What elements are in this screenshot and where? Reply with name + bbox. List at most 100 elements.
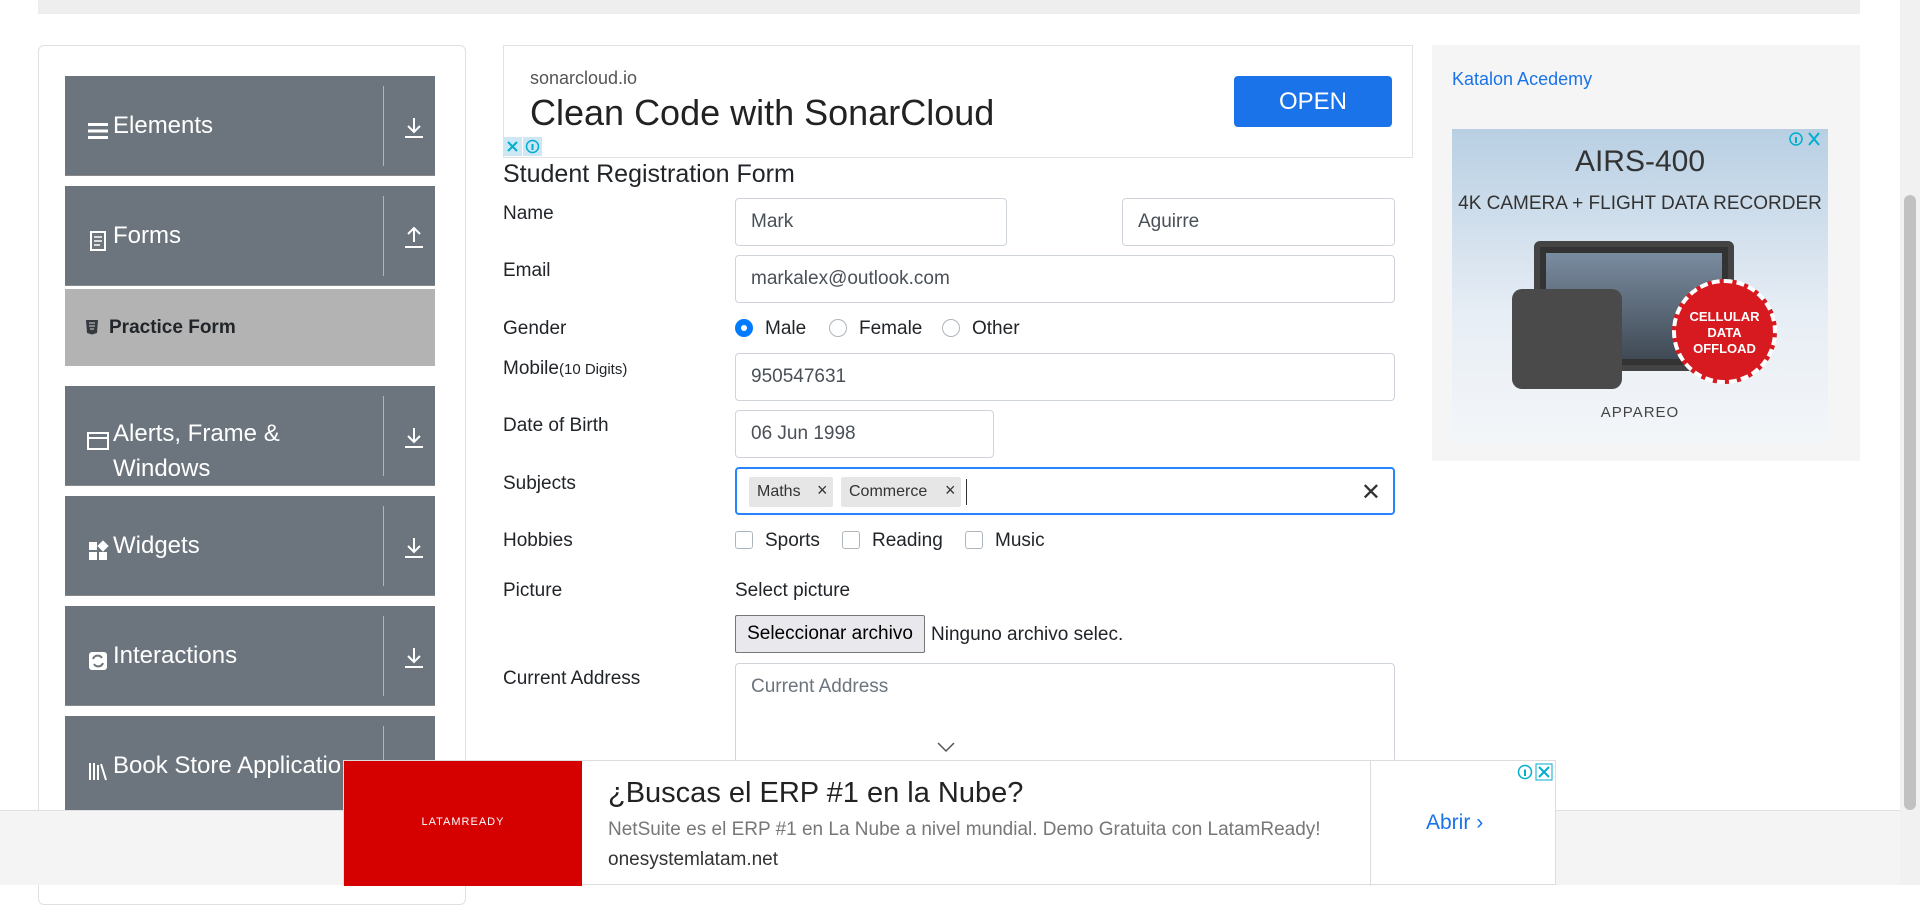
chip-remove-icon[interactable]: × <box>817 480 828 501</box>
mobile-label-text: Mobile <box>503 358 559 379</box>
checkbox-label: Sports <box>765 530 820 551</box>
form-title: Student Registration Form <box>503 160 795 188</box>
sidebar-group-elements[interactable]: Elements <box>65 76 435 176</box>
subjects-input[interactable]: Maths × Commerce × ✕ <box>735 467 1395 515</box>
sidebar-group-label: Widgets <box>113 532 200 559</box>
file-status-text: Ninguno archivo selec. <box>931 624 1124 645</box>
address-label: Current Address <box>503 668 641 689</box>
choose-file-button[interactable]: Seleccionar archivo <box>735 615 925 653</box>
sidebar-group-label: Elements <box>113 112 214 139</box>
name-label: Name <box>503 203 554 224</box>
mobile-input[interactable]: 950547631 <box>735 353 1395 401</box>
radio-label: Male <box>765 318 807 339</box>
radio-circle[interactable] <box>829 319 847 337</box>
divider <box>383 396 384 476</box>
sidebar-group-label: Alerts, Frame & Windows <box>113 420 280 482</box>
mobile-label: Mobile(10 Digits) <box>503 358 627 380</box>
divider <box>383 616 384 696</box>
chevron-right-icon: › <box>1476 811 1484 834</box>
ad-domain: onesystemlatam.net <box>608 849 779 870</box>
subjects-label: Subjects <box>503 473 576 494</box>
subject-chip-commerce: Commerce × <box>841 477 961 507</box>
camera-device-image <box>1512 289 1622 389</box>
mobile-hint: (10 Digits) <box>558 361 628 378</box>
airs-ad-image[interactable]: AIRS-400 4K CAMERA + FLIGHT DATA RECORDE… <box>1452 129 1828 444</box>
checkbox-box[interactable] <box>842 531 860 549</box>
chip-remove-icon[interactable]: × <box>945 480 956 501</box>
chip-label: Commerce <box>849 483 928 500</box>
ad-open-button[interactable]: OPEN <box>1234 76 1392 127</box>
sidebar-group-label: Interactions <box>113 642 238 669</box>
sidebar-group-interactions[interactable]: Interactions <box>65 606 435 706</box>
widgets-icon <box>89 540 109 560</box>
current-address-textarea[interactable]: Current Address <box>735 663 1395 763</box>
clear-icon[interactable]: ✕ <box>1361 478 1381 507</box>
hamburger-icon <box>88 123 108 139</box>
last-name-input[interactable]: Aguirre <box>1122 198 1395 246</box>
sidebar-group-alerts[interactable]: Alerts, Frame & Windows <box>65 386 435 486</box>
ad-domain: sonarcloud.io <box>530 68 638 88</box>
sidebar-group-label: Book Store Applicatio <box>113 752 342 779</box>
radio-circle-checked[interactable] <box>735 319 753 337</box>
ad-subtitle: 4K CAMERA + FLIGHT DATA RECORDER <box>1458 193 1822 214</box>
radio-label: Other <box>972 318 1020 339</box>
download-arrow-icon <box>405 648 423 668</box>
ad-headline[interactable]: ¿Buscas el ERP #1 en la Nube? <box>608 777 1023 810</box>
top-banner-strip <box>38 0 1860 14</box>
divider <box>1370 761 1371 886</box>
scrollbar-thumb[interactable] <box>1904 195 1916 810</box>
text-caret <box>966 479 967 505</box>
divider <box>383 86 384 166</box>
ad-title: AIRS-400 <box>1574 145 1706 178</box>
document-icon <box>90 231 106 251</box>
sidebar-group-widgets[interactable]: Widgets <box>65 496 435 596</box>
checkbox-label: Reading <box>872 530 943 551</box>
email-label: Email <box>503 260 551 281</box>
checkbox-box[interactable] <box>735 531 753 549</box>
ad-open-link[interactable]: Abrir › <box>1426 811 1483 835</box>
interactions-icon <box>89 652 107 670</box>
select-picture-label: Select picture <box>735 580 851 601</box>
download-arrow-icon <box>405 118 423 138</box>
page-scrollbar[interactable] <box>1900 0 1920 885</box>
html5-icon <box>86 320 98 335</box>
right-ad[interactable]: Katalon Acedemy AIRS-400 4K CAMERA + FLI… <box>1432 45 1860 461</box>
download-arrow-icon <box>405 428 423 448</box>
download-arrow-icon <box>405 538 423 558</box>
window-icon <box>87 432 109 450</box>
bottom-ad[interactable]: LATAMREADY ¿Buscas el ERP #1 en la Nube?… <box>343 760 1556 886</box>
ad-headline[interactable]: Clean Code with SonarCloud <box>530 92 994 134</box>
radio-label: Female <box>859 318 923 339</box>
sidebar-item-practice-form[interactable]: Practice Form <box>65 289 435 366</box>
sonarcloud-ad[interactable]: sonarcloud.io Clean Code with SonarCloud… <box>503 45 1413 158</box>
subject-chip-maths: Maths × <box>749 477 833 507</box>
katalon-ad-link[interactable]: Katalon Acedemy <box>1452 69 1592 90</box>
upload-arrow-icon <box>405 226 423 248</box>
latamready-logo: LATAMREADY <box>421 816 505 828</box>
ad-open-label: Abrir <box>1426 811 1471 834</box>
date-of-birth-input[interactable]: 06 Jun 1998 <box>735 410 994 458</box>
chip-label: Maths <box>757 483 801 500</box>
chevron-down-icon[interactable] <box>936 740 956 754</box>
checkbox-label: Music <box>995 530 1045 551</box>
ad-description: NetSuite es el ERP #1 en La Nube a nivel… <box>608 819 1321 840</box>
ad-brand: APPAREO <box>1600 404 1680 421</box>
hobbies-label: Hobbies <box>503 530 573 551</box>
radio-circle[interactable] <box>942 319 960 337</box>
gender-label: Gender <box>503 318 567 339</box>
ad-choices-icon[interactable] <box>1516 763 1554 781</box>
sidebar-item-label: Practice Form <box>109 317 236 338</box>
books-icon <box>89 763 107 781</box>
divider <box>383 506 384 586</box>
sidebar-group-label: Forms <box>113 222 181 249</box>
dob-label: Date of Birth <box>503 415 609 436</box>
ad-choices-icon[interactable] <box>503 137 543 157</box>
sidebar-group-forms[interactable]: Forms <box>65 186 435 286</box>
checkbox-box[interactable] <box>965 531 983 549</box>
picture-label: Picture <box>503 580 563 601</box>
latamready-logo-panel[interactable]: LATAMREADY <box>344 761 582 886</box>
email-input[interactable]: markalex@outlook.com <box>735 255 1395 303</box>
divider <box>383 196 384 276</box>
cellular-seal: CELLULAR DATA OFFLOAD <box>1672 279 1777 384</box>
first-name-input[interactable]: Mark <box>735 198 1007 246</box>
